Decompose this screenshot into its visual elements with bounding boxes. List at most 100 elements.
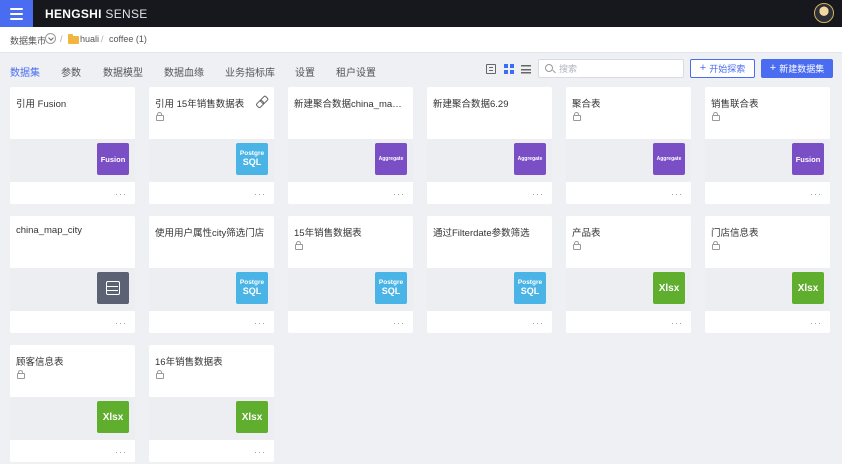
- dataset-card[interactable]: 顾客信息表 Xlsx ···: [10, 345, 135, 462]
- tab-settings[interactable]: 设置: [295, 64, 315, 79]
- detail-view-icon[interactable]: [486, 64, 496, 74]
- xlsx-icon: Xlsx: [236, 401, 268, 433]
- dataset-card[interactable]: 通过Filterdate参数筛选 Postgre SQL ···: [427, 216, 552, 333]
- badge-label: Xlsx: [658, 282, 680, 294]
- database-table-icon: [97, 272, 129, 304]
- postgresql-icon: Postgre SQL: [375, 272, 407, 304]
- tab-data-model[interactable]: 数据模型: [103, 64, 143, 79]
- folder-icon: [68, 34, 79, 44]
- more-icon[interactable]: ···: [393, 189, 405, 199]
- breadcrumb: 数据集市 / huali / coffee (1): [0, 27, 842, 53]
- breadcrumb-folder[interactable]: huali: [80, 34, 99, 44]
- more-icon[interactable]: ···: [671, 318, 683, 328]
- more-icon[interactable]: ···: [393, 318, 405, 328]
- dataset-title: 新建聚合数据china_map_city: [294, 99, 405, 110]
- tab-parameters[interactable]: 参数: [61, 64, 81, 79]
- fusion-icon: Fusion: [97, 143, 129, 175]
- dataset-title: 引用 Fusion: [16, 99, 67, 110]
- xlsx-icon: Xlsx: [792, 272, 824, 304]
- dataset-card[interactable]: 引用 Fusion Fusion ···: [10, 87, 135, 204]
- brand-bold: HENGSHI: [45, 7, 102, 21]
- app-brand[interactable]: HENGSHI SENSE: [45, 7, 148, 21]
- badge-label: SQL: [520, 286, 540, 297]
- more-icon[interactable]: ···: [532, 189, 544, 199]
- aggregate-icon: Aggregate: [514, 143, 546, 175]
- dataset-title: 新建聚合数据6.29: [433, 99, 509, 110]
- plus-icon: +: [699, 62, 707, 74]
- badge-label: Aggregate: [378, 156, 404, 162]
- new-dataset-button[interactable]: + 新建数据集: [761, 59, 833, 78]
- dataset-card[interactable]: 引用 15年销售数据表 Postgre SQL ···: [149, 87, 274, 204]
- more-icon[interactable]: ···: [115, 189, 127, 199]
- table-icon: [106, 281, 120, 295]
- lock-icon: [17, 370, 25, 379]
- tab-data-lineage[interactable]: 数据血缘: [164, 64, 204, 79]
- more-icon[interactable]: ···: [254, 318, 266, 328]
- dataset-card[interactable]: 使用用户属性city筛选门店 Postgre SQL ···: [149, 216, 274, 333]
- dataset-card[interactable]: 聚合表 Aggregate ···: [566, 87, 691, 204]
- breadcrumb-separator: /: [101, 34, 104, 44]
- dataset-card[interactable]: china_map_city ···: [10, 216, 135, 333]
- fusion-icon: Fusion: [792, 143, 824, 175]
- more-icon[interactable]: ···: [810, 189, 822, 199]
- menu-icon[interactable]: [0, 0, 33, 27]
- breadcrumb-market[interactable]: 数据集市: [10, 34, 46, 47]
- search-input[interactable]: [559, 62, 679, 75]
- dataset-title: 15年销售数据表: [294, 228, 362, 239]
- dataset-title: 顾客信息表: [16, 357, 64, 368]
- dataset-card[interactable]: 15年销售数据表 Postgre SQL ···: [288, 216, 413, 333]
- tab-tenant-settings[interactable]: 租户设置: [336, 64, 376, 79]
- brand-light: SENSE: [101, 7, 148, 21]
- tab-metrics-library[interactable]: 业务指标库: [225, 64, 275, 79]
- postgresql-icon: Postgre SQL: [514, 272, 546, 304]
- dataset-card[interactable]: 销售联合表 Fusion ···: [705, 87, 830, 204]
- xlsx-icon: Xlsx: [97, 401, 129, 433]
- lock-icon: [712, 112, 720, 121]
- dataset-title: 使用用户属性city筛选门店: [155, 228, 265, 239]
- badge-label: Aggregate: [656, 156, 682, 162]
- user-avatar[interactable]: [814, 3, 834, 23]
- dataset-card[interactable]: 新建聚合数据china_map_city Aggregate ···: [288, 87, 413, 204]
- top-bar: HENGSHI SENSE: [0, 0, 842, 27]
- search-box: [538, 59, 684, 78]
- more-icon[interactable]: ···: [810, 318, 822, 328]
- badge-label: SQL: [381, 286, 401, 297]
- tab-datasets[interactable]: 数据集: [10, 64, 40, 79]
- dataset-card[interactable]: 新建聚合数据6.29 Aggregate ···: [427, 87, 552, 204]
- dataset-card[interactable]: 16年销售数据表 Xlsx ···: [149, 345, 274, 462]
- start-explore-button[interactable]: + 开始探索: [690, 59, 755, 78]
- new-dataset-label: 新建数据集: [779, 64, 825, 74]
- dataset-title: 产品表: [572, 228, 601, 239]
- dataset-title: 16年销售数据表: [155, 357, 223, 368]
- dataset-title: 门店信息表: [711, 228, 759, 239]
- more-icon[interactable]: ···: [115, 447, 127, 457]
- more-icon[interactable]: ···: [671, 189, 683, 199]
- dataset-title: china_map_city: [16, 225, 83, 236]
- chevron-down-icon[interactable]: [45, 33, 56, 44]
- more-icon[interactable]: ···: [254, 447, 266, 457]
- more-icon[interactable]: ···: [115, 318, 127, 328]
- badge-label: Aggregate: [517, 156, 543, 162]
- breadcrumb-current: coffee (1): [109, 34, 147, 44]
- aggregate-icon: Aggregate: [653, 143, 685, 175]
- dataset-title: 销售联合表: [711, 99, 759, 110]
- list-view-icon[interactable]: [521, 64, 531, 74]
- badge-label: Xlsx: [102, 411, 124, 423]
- search-icon: [545, 64, 553, 72]
- lock-icon: [573, 112, 581, 121]
- badge-label: SQL: [242, 157, 262, 168]
- dataset-card[interactable]: 门店信息表 Xlsx ···: [705, 216, 830, 333]
- xlsx-icon: Xlsx: [653, 272, 685, 304]
- lock-icon: [573, 241, 581, 250]
- dataset-title: 通过Filterdate参数筛选: [433, 228, 530, 239]
- grid-view-icon[interactable]: [504, 64, 514, 74]
- dataset-title: 聚合表: [572, 99, 601, 110]
- more-icon[interactable]: ···: [254, 189, 266, 199]
- badge-label: Fusion: [795, 154, 821, 164]
- link-icon: [256, 96, 266, 106]
- badge-label: SQL: [242, 286, 262, 297]
- dataset-card[interactable]: 产品表 Xlsx ···: [566, 216, 691, 333]
- more-icon[interactable]: ···: [532, 318, 544, 328]
- lock-icon: [156, 370, 164, 379]
- badge-label: Fusion: [100, 154, 126, 164]
